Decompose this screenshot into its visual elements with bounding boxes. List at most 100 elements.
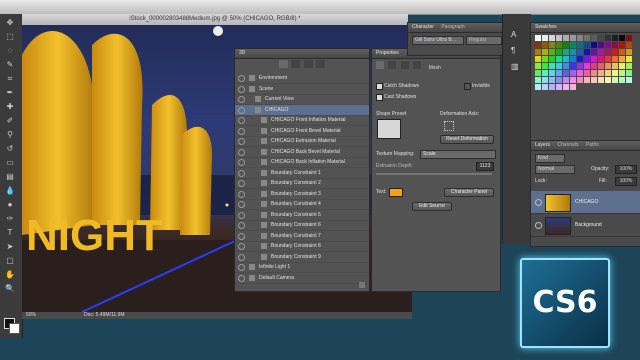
- color-swatch[interactable]: [598, 56, 604, 62]
- scene-tree-item[interactable]: CHICAGO: [235, 104, 369, 116]
- reset-deformation-button[interactable]: Reset Deformation: [440, 135, 494, 144]
- color-swatch[interactable]: [535, 42, 541, 48]
- doc-info[interactable]: Doc: 5.49M/11.9M: [84, 312, 124, 319]
- color-swatch[interactable]: [619, 49, 625, 55]
- color-swatch[interactable]: [619, 42, 625, 48]
- color-swatch[interactable]: [549, 49, 555, 55]
- invisible-checkbox[interactable]: [464, 83, 471, 90]
- color-swatch[interactable]: [563, 77, 569, 83]
- cast-shadows-checkbox[interactable]: [376, 94, 383, 101]
- color-swatch[interactable]: [570, 42, 576, 48]
- scene-tree-item[interactable]: CHICAGO Extrusion Material: [235, 136, 369, 147]
- color-swatch[interactable]: [605, 70, 611, 76]
- color-swatch[interactable]: [535, 70, 541, 76]
- font-family-select[interactable]: Gill Sans Ultra B...: [412, 36, 464, 45]
- color-swatch[interactable]: [577, 63, 583, 69]
- color-swatch[interactable]: [556, 35, 562, 41]
- blend-mode-select[interactable]: Normal: [535, 165, 575, 174]
- path-select-tool-icon[interactable]: ➤: [3, 242, 17, 252]
- color-swatch[interactable]: [542, 49, 548, 55]
- scene-tree-item[interactable]: Boundary Constraint 1: [235, 168, 369, 179]
- mesh-mode-icon[interactable]: [376, 61, 384, 69]
- color-swatch[interactable]: [619, 56, 625, 62]
- extrusion-depth-field[interactable]: 1123: [476, 162, 494, 171]
- history-brush-icon[interactable]: ↺: [3, 144, 17, 154]
- deformation-axis-widget[interactable]: [444, 121, 454, 131]
- color-swatch[interactable]: [626, 35, 632, 41]
- visibility-eye-icon[interactable]: [238, 201, 245, 208]
- quick-select-tool-icon[interactable]: ✎: [3, 60, 17, 70]
- marquee-tool-icon[interactable]: ⬚: [3, 32, 17, 42]
- color-swatch[interactable]: [542, 84, 548, 90]
- color-swatch[interactable]: [542, 35, 548, 41]
- cap-mode-icon[interactable]: [400, 61, 409, 69]
- color-swatch[interactable]: [584, 56, 590, 62]
- color-swatch[interactable]: [549, 42, 555, 48]
- color-swatch[interactable]: [605, 42, 611, 48]
- swatches-tab[interactable]: Swatches: [531, 23, 640, 33]
- color-swatch[interactable]: [598, 77, 604, 83]
- color-swatch[interactable]: [556, 56, 562, 62]
- color-swatch[interactable]: [556, 70, 562, 76]
- color-swatch[interactable]: [619, 63, 625, 69]
- visibility-eye-icon[interactable]: [238, 138, 245, 145]
- scene-tree-item[interactable]: Current View: [235, 94, 369, 105]
- color-swatch[interactable]: [626, 42, 632, 48]
- visibility-eye-icon[interactable]: [238, 274, 245, 282]
- crop-tool-icon[interactable]: ⌗: [3, 74, 17, 84]
- color-swatch[interactable]: [612, 35, 618, 41]
- color-swatch[interactable]: [577, 70, 583, 76]
- visibility-eye-icon[interactable]: [238, 85, 245, 93]
- color-swatch[interactable]: [563, 35, 569, 41]
- scene-tree-item[interactable]: Boundary Constraint 6: [235, 220, 369, 231]
- scene-tree-item[interactable]: Scene: [235, 84, 369, 95]
- dodge-tool-icon[interactable]: ●: [3, 200, 17, 210]
- color-swatch[interactable]: [549, 56, 555, 62]
- color-swatch[interactable]: [605, 77, 611, 83]
- color-swatch[interactable]: [584, 63, 590, 69]
- gradient-tool-icon[interactable]: ▤: [3, 172, 17, 182]
- visibility-eye-icon[interactable]: [238, 232, 245, 240]
- scene-tree-item[interactable]: Infinite Light 1: [235, 262, 369, 273]
- color-swatch[interactable]: [577, 42, 583, 48]
- color-swatch[interactable]: [535, 63, 541, 69]
- scene-tree-item[interactable]: CHICAGO Back Inflation Material: [235, 157, 369, 168]
- color-swatch[interactable]: [577, 49, 583, 55]
- color-swatch[interactable]: [570, 63, 576, 69]
- color-swatch[interactable]: [591, 63, 597, 69]
- extrusion-depth-slider[interactable]: [376, 173, 492, 175]
- type-tool-icon[interactable]: T: [3, 228, 17, 238]
- visibility-eye-icon[interactable]: [238, 253, 245, 261]
- panel-3d-tab[interactable]: 3D: [235, 49, 369, 59]
- color-swatch[interactable]: [612, 49, 618, 55]
- canvas-3d-widget-icon[interactable]: [213, 26, 223, 36]
- color-swatch[interactable]: [570, 35, 576, 41]
- meshes-filter-icon[interactable]: [291, 60, 301, 68]
- color-swatch[interactable]: [570, 70, 576, 76]
- scene-tree-item[interactable]: Environment: [235, 73, 369, 84]
- tab-paths[interactable]: Paths: [586, 142, 599, 148]
- layer-row[interactable]: Background: [531, 214, 640, 237]
- color-swatch[interactable]: [563, 70, 569, 76]
- color-swatch[interactable]: [612, 42, 618, 48]
- color-swatch[interactable]: [535, 35, 541, 41]
- scene-tree-item[interactable]: CHICAGO Front Inflation Material: [235, 115, 369, 126]
- color-swatch[interactable]: [626, 77, 632, 83]
- scene-tree-item[interactable]: Boundary Constraint 3: [235, 189, 369, 200]
- color-swatch[interactable]: [591, 42, 597, 48]
- color-swatch[interactable]: [584, 35, 590, 41]
- color-swatch[interactable]: [556, 42, 562, 48]
- visibility-eye-icon[interactable]: [238, 264, 245, 271]
- eyedropper-tool-icon[interactable]: ✒: [3, 88, 17, 98]
- visibility-eye-icon[interactable]: [238, 148, 245, 156]
- color-swatch[interactable]: [542, 63, 548, 69]
- color-swatch[interactable]: [598, 49, 604, 55]
- visibility-eye-icon[interactable]: [238, 96, 245, 103]
- visibility-eye-icon[interactable]: [238, 106, 245, 114]
- tab-layers[interactable]: Layers: [535, 142, 550, 148]
- font-style-select[interactable]: Regular: [466, 36, 502, 45]
- tab-paragraph[interactable]: Paragraph: [441, 24, 464, 30]
- color-swatch[interactable]: [563, 49, 569, 55]
- brush-tool-icon[interactable]: ✐: [3, 116, 17, 126]
- scene-tree-item[interactable]: Default Camera: [235, 273, 369, 284]
